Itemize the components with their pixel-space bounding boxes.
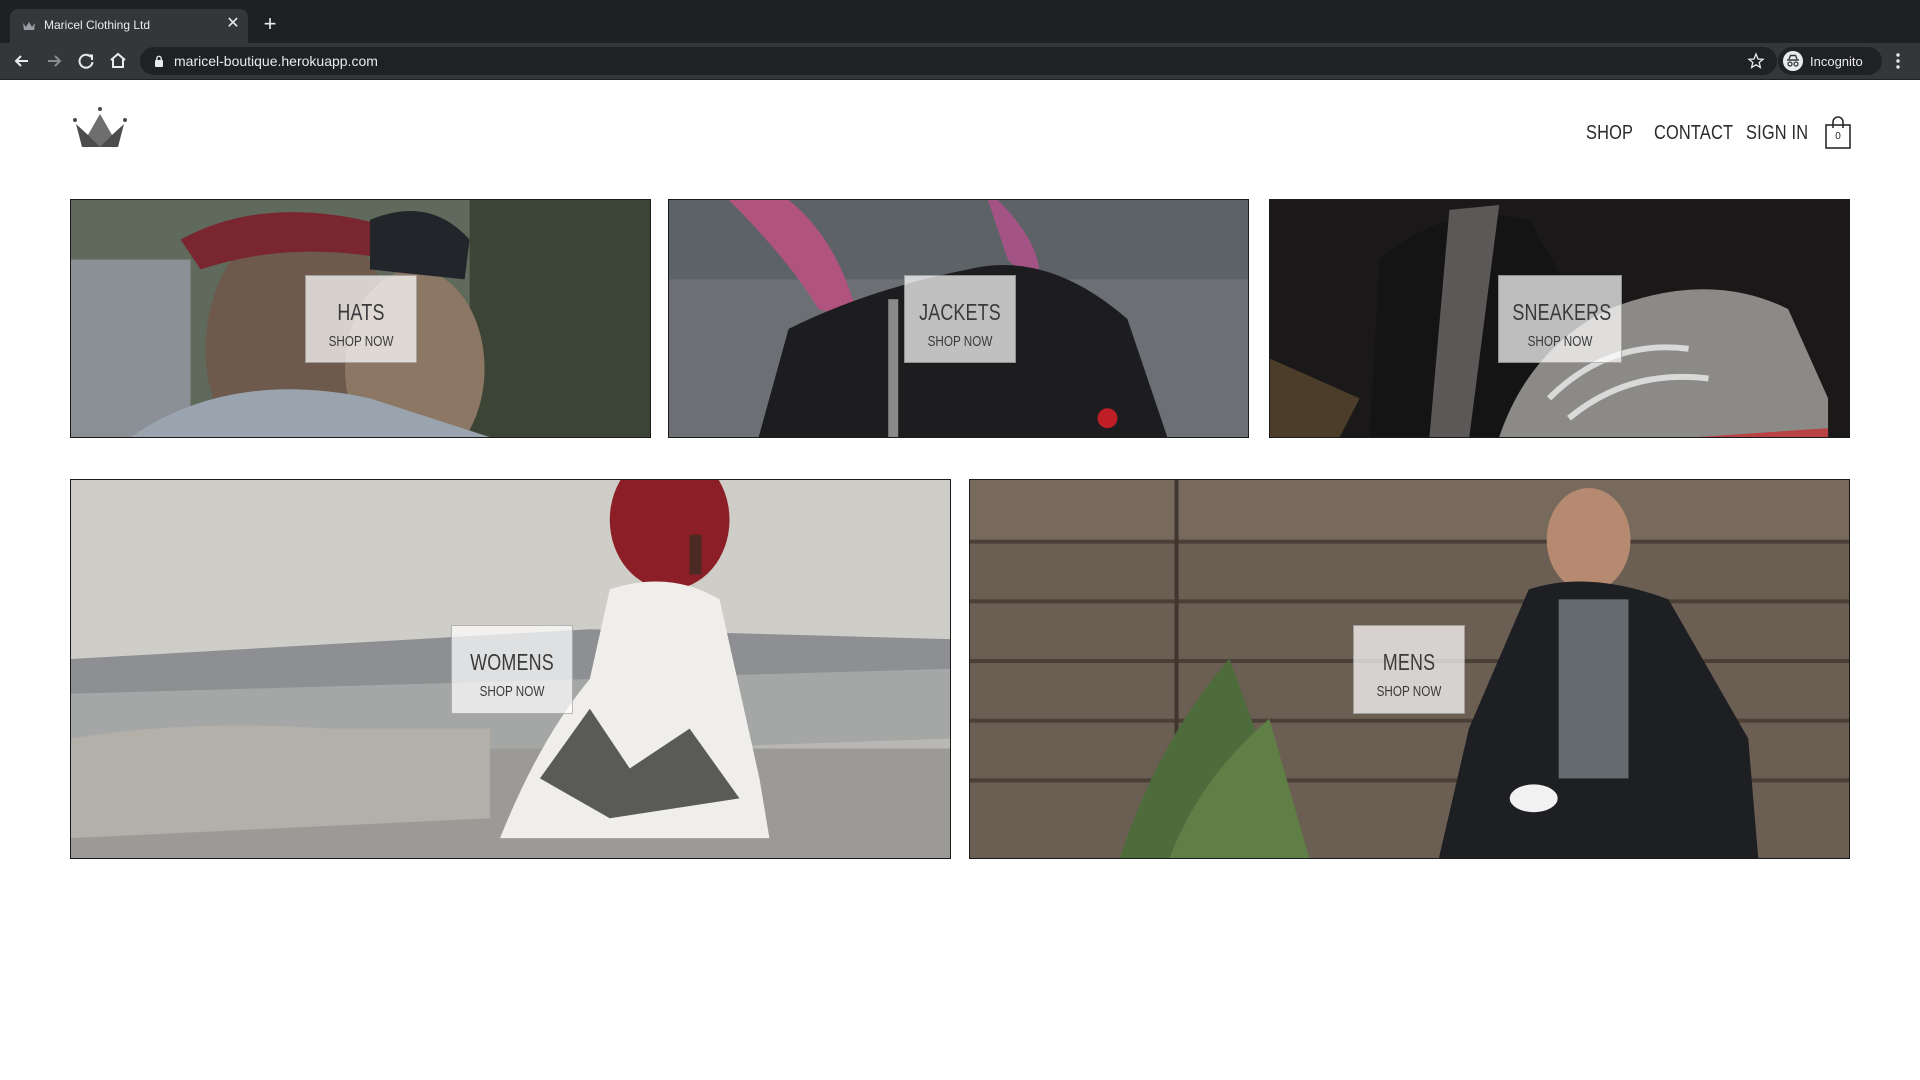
category-title: JACKETS <box>919 299 1001 325</box>
category-title: SNEAKERS <box>1512 299 1612 325</box>
shop-now-link[interactable]: SHOP NOW <box>1512 333 1607 350</box>
cart-count: 0 <box>1835 131 1841 142</box>
category-title: MENS <box>1382 649 1436 675</box>
bookmark-star-icon[interactable] <box>1747 52 1765 70</box>
profile-label: Incognito <box>1810 54 1863 69</box>
reload-icon[interactable] <box>72 47 100 75</box>
category-tile-mens[interactable]: MENS SHOP NOW <box>969 479 1850 859</box>
shop-now-link[interactable]: SHOP NOW <box>917 333 1003 350</box>
category-label-mens[interactable]: MENS SHOP NOW <box>1353 625 1465 714</box>
tab-close-icon[interactable]: ✕ <box>224 15 242 33</box>
shop-now-link[interactable]: SHOP NOW <box>465 683 559 700</box>
tab-title: Maricel Clothing Ltd <box>44 18 151 32</box>
category-label-sneakers[interactable]: SNEAKERS SHOP NOW <box>1498 275 1622 363</box>
url-text: maricel-boutique.herokuapp.com <box>174 53 378 69</box>
browser-toolbar: maricel-boutique.herokuapp.com Incognito <box>0 43 1920 80</box>
nav-sign-in-link[interactable]: SIGN IN <box>1746 122 1808 145</box>
nav-shop-link[interactable]: SHOP <box>1586 122 1633 145</box>
browser-tab[interactable]: Maricel Clothing Ltd ✕ <box>10 9 248 43</box>
new-tab-button[interactable]: + <box>258 12 282 36</box>
category-tile-hats[interactable]: HATS SHOP NOW <box>70 199 651 438</box>
nav-contact-link[interactable]: CONTACT <box>1654 122 1733 145</box>
category-tile-sneakers[interactable]: SNEAKERS SHOP NOW <box>1269 199 1850 438</box>
crown-icon[interactable] <box>72 105 128 150</box>
category-title: HATS <box>337 299 385 325</box>
category-label-womens[interactable]: WOMENS SHOP NOW <box>451 625 573 714</box>
category-label-jackets[interactable]: JACKETS SHOP NOW <box>904 275 1016 363</box>
shop-now-link[interactable]: SHOP NOW <box>1366 683 1452 700</box>
category-title: WOMENS <box>470 649 554 675</box>
home-icon[interactable] <box>104 47 132 75</box>
address-bar[interactable]: maricel-boutique.herokuapp.com <box>140 47 1777 75</box>
category-tile-jackets[interactable]: JACKETS SHOP NOW <box>668 199 1249 438</box>
category-label-hats[interactable]: HATS SHOP NOW <box>305 275 417 363</box>
browser-menu-icon[interactable] <box>1886 49 1910 73</box>
lock-icon <box>155 55 163 67</box>
shop-now-link[interactable]: SHOP NOW <box>318 333 404 350</box>
forward-arrow-icon[interactable] <box>40 47 68 75</box>
browser-tabstrip: Maricel Clothing Ltd ✕ + <box>0 0 1920 43</box>
crown-favicon-icon <box>23 22 35 30</box>
cart-button[interactable]: 0 <box>1824 116 1852 150</box>
incognito-profile-button[interactable]: Incognito <box>1778 47 1882 75</box>
category-tile-womens[interactable]: WOMENS SHOP NOW <box>70 479 951 859</box>
back-arrow-icon[interactable] <box>8 47 36 75</box>
incognito-icon <box>1783 51 1803 71</box>
